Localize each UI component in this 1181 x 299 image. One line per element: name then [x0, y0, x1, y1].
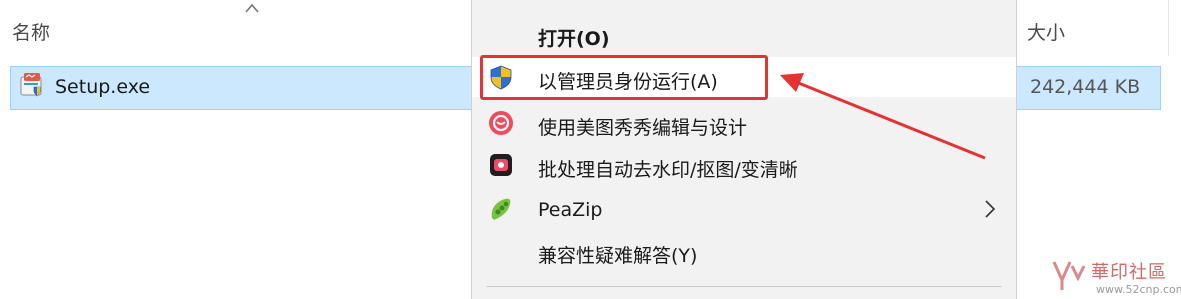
installer-file-icon [20, 73, 42, 97]
menu-item-label: 使用美图秀秀编辑与设计 [538, 117, 748, 139]
menu-item-peazip[interactable]: PeaZip [472, 189, 1016, 229]
menu-separator [486, 286, 1002, 287]
file-name[interactable]: Setup.exe [55, 76, 150, 98]
column-header-size[interactable]: 大小 [1027, 18, 1065, 45]
menu-item-compat-troubleshoot[interactable]: 兼容性疑难解答(Y) [472, 231, 1016, 271]
menu-item-open[interactable]: 打开(O) [472, 14, 1016, 54]
file-size: 242,444 KB [1030, 76, 1141, 98]
menu-item-label: 批处理自动去水印/抠图/变清晰 [538, 159, 798, 181]
column-header-name[interactable]: 名称 [12, 18, 50, 45]
chevron-right-icon [985, 200, 996, 218]
menu-item-batch-tool[interactable]: 批处理自动去水印/抠图/变清晰 [472, 145, 1016, 185]
sort-ascending-icon [245, 3, 259, 13]
menu-item-meitu[interactable]: 使用美图秀秀编辑与设计 [472, 103, 1016, 143]
context-menu: 打开(O) 以管理员身份运行(A) 使用美图秀秀编辑与设计 批处理自动去水印/抠… [471, 0, 1017, 299]
meitu-icon [489, 111, 513, 135]
menu-item-label: 打开(O) [538, 28, 610, 50]
annotation-highlight-box [480, 55, 768, 100]
column-divider[interactable] [1168, 0, 1169, 56]
menu-item-label: 兼容性疑难解答(Y) [538, 245, 698, 267]
menu-item-label: PeaZip [538, 199, 603, 221]
batch-tool-icon [490, 154, 512, 176]
peazip-icon [491, 198, 511, 220]
watermark-text: 華印社區 [1091, 262, 1167, 283]
watermark-url: www.52cnp.com [1096, 283, 1181, 296]
